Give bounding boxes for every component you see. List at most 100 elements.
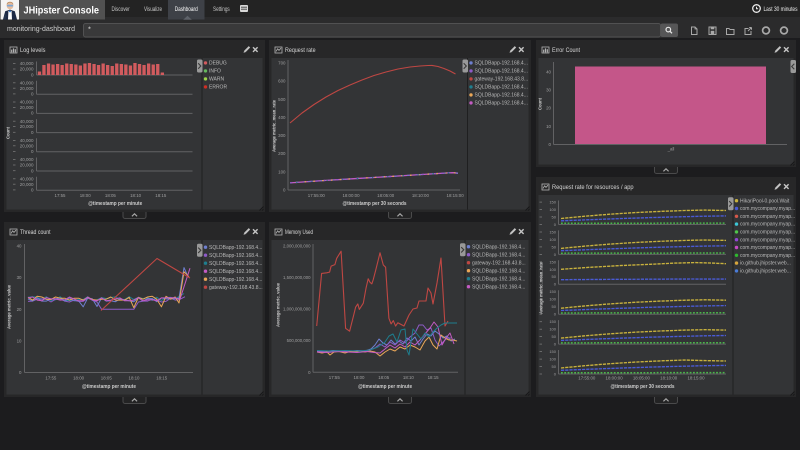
svg-text:com.mycompany.myap...: com.mycompany.myap... [740, 214, 795, 220]
svg-text:com.mycompany.myap...: com.mycompany.myap... [740, 206, 795, 212]
svg-text:10: 10 [546, 124, 551, 129]
svg-text:SQLDBapp-192.168.4...: SQLDBapp-192.168.4... [475, 101, 528, 107]
svg-text:Average metric_value: Average metric_value [7, 284, 12, 329]
svg-text:*: * [88, 25, 91, 34]
svg-text:18:05:00: 18:05:00 [633, 376, 651, 381]
svg-text:17:55: 17:55 [55, 193, 67, 198]
svg-text:DEBUG: DEBUG [209, 61, 227, 67]
svg-text:SQLDBapp-192.168.4...: SQLDBapp-192.168.4... [209, 269, 262, 275]
svg-text:30: 30 [546, 88, 551, 93]
svg-text:20,000: 20,000 [20, 143, 34, 148]
svg-text:gateway-192.168.43.8...: gateway-192.168.43.8... [472, 260, 526, 266]
svg-text:50: 50 [552, 244, 557, 249]
svg-text:40,000: 40,000 [20, 119, 34, 124]
svg-text:17:55:00: 17:55:00 [578, 376, 596, 381]
svg-text:500: 500 [278, 97, 286, 102]
svg-text:18:10:00: 18:10:00 [412, 193, 430, 198]
svg-text:Visualize: Visualize [144, 6, 162, 13]
svg-text:SQLDBapp-192.168.4...: SQLDBapp-192.168.4... [472, 268, 525, 274]
svg-text:18:05: 18:05 [101, 376, 113, 381]
svg-text:40,000: 40,000 [20, 100, 34, 105]
svg-text:100: 100 [549, 237, 556, 242]
svg-text:Count: Count [538, 98, 543, 110]
svg-text:50: 50 [552, 214, 557, 219]
svg-text:SQLDBapp-192.168.4...: SQLDBapp-192.168.4... [475, 93, 528, 99]
svg-text:@timestamp per minute: @timestamp per minute [82, 384, 136, 390]
svg-text:gateway-192.168.43.8...: gateway-192.168.43.8... [209, 285, 263, 291]
svg-text:SQLDBapp-192.168.4...: SQLDBapp-192.168.4... [475, 69, 528, 75]
svg-text:monitoring-dashboard: monitoring-dashboard [7, 24, 75, 33]
svg-text:18:05: 18:05 [105, 193, 117, 198]
svg-text:300: 300 [278, 133, 286, 138]
svg-text:20,000: 20,000 [20, 124, 34, 129]
svg-text:150: 150 [549, 229, 556, 234]
svg-text:40,000: 40,000 [20, 176, 34, 181]
svg-text:150: 150 [549, 349, 556, 354]
svg-text:50: 50 [552, 364, 557, 369]
svg-text:20,000: 20,000 [20, 86, 34, 91]
svg-text:18:10: 18:10 [130, 193, 142, 198]
svg-text:Error Count: Error Count [552, 47, 580, 54]
svg-text:150: 150 [549, 200, 556, 205]
svg-text:18:15: 18:15 [156, 376, 168, 381]
svg-text:150: 150 [549, 319, 556, 324]
svg-text:30: 30 [17, 275, 22, 280]
svg-text:com.mycompany.myap...: com.mycompany.myap... [740, 237, 795, 243]
svg-text:Thread count: Thread count [20, 229, 51, 236]
svg-text:20: 20 [17, 307, 22, 312]
svg-text:SQLDBapp-192.168.4...: SQLDBapp-192.168.4... [475, 85, 528, 91]
svg-text:17:55: 17:55 [45, 376, 57, 381]
svg-text:com.mycompany.myap...: com.mycompany.myap... [740, 222, 795, 228]
svg-text:_all: _all [667, 147, 675, 152]
svg-text:600: 600 [278, 79, 286, 84]
svg-text:100: 100 [549, 357, 556, 362]
svg-text:100: 100 [549, 207, 556, 212]
svg-text:SQLDBapp-192.168.4...: SQLDBapp-192.168.4... [472, 276, 525, 282]
svg-text:18:15: 18:15 [428, 375, 440, 380]
svg-text:18:05: 18:05 [378, 375, 390, 380]
svg-text:INFO: INFO [209, 69, 221, 75]
svg-text:100: 100 [549, 267, 556, 272]
svg-text:18:00:00: 18:00:00 [606, 376, 624, 381]
svg-text:150: 150 [549, 289, 556, 294]
svg-text:40,000: 40,000 [20, 80, 34, 85]
svg-text:50: 50 [552, 334, 557, 339]
svg-text:20,000: 20,000 [20, 163, 34, 168]
svg-text:Discover: Discover [112, 6, 130, 13]
svg-text:@timestamp per 30 seconds: @timestamp per 30 seconds [343, 201, 407, 207]
svg-text:18:00:00: 18:00:00 [342, 193, 360, 198]
svg-text:200: 200 [278, 151, 286, 156]
svg-text:20,000: 20,000 [20, 67, 34, 72]
svg-text:18:15:00: 18:15:00 [687, 376, 705, 381]
svg-text:700: 700 [278, 61, 286, 66]
svg-text:HikariPool-0.pool.Wait: HikariPool-0.pool.Wait [740, 198, 790, 204]
svg-text:20,000: 20,000 [20, 105, 34, 110]
svg-text:100: 100 [549, 327, 556, 332]
svg-text:40: 40 [17, 244, 22, 249]
svg-text:Dashboard: Dashboard [175, 6, 198, 13]
svg-text:WARN: WARN [209, 77, 224, 83]
svg-text:100: 100 [549, 297, 556, 302]
svg-text:com.mycompany.myap...: com.mycompany.myap... [740, 245, 795, 251]
svg-text:150: 150 [549, 259, 556, 264]
svg-text:Count: Count [6, 127, 11, 139]
svg-text:@timestamp per 30 seconds: @timestamp per 30 seconds [611, 384, 675, 390]
svg-text:JHipster Console: JHipster Console [24, 5, 100, 16]
svg-text:@timestamp per minute: @timestamp per minute [358, 384, 412, 390]
svg-text:40,000: 40,000 [20, 138, 34, 143]
svg-text:20: 20 [546, 106, 551, 111]
svg-text:Average metric_mean_rate: Average metric_mean_rate [539, 261, 544, 314]
svg-text:com.mycompany.myap...: com.mycompany.myap... [740, 253, 795, 259]
svg-text:18:10: 18:10 [129, 376, 141, 381]
svg-text:1,500,000,000: 1,500,000,000 [283, 275, 311, 280]
svg-text:500,000,000: 500,000,000 [287, 338, 312, 343]
svg-text:Last 30 minutes: Last 30 minutes [764, 7, 798, 13]
svg-text:Settings: Settings [213, 6, 230, 13]
svg-text:Average metric_value: Average metric_value [276, 282, 281, 327]
svg-text:SQLDBapp-192.168.4...: SQLDBapp-192.168.4... [472, 244, 525, 250]
svg-text:Average metric_mean_rate: Average metric_mean_rate [272, 99, 277, 152]
svg-text:18:15: 18:15 [155, 193, 167, 198]
svg-text:SQLDBapp-192.168.4...: SQLDBapp-192.168.4... [209, 253, 262, 259]
svg-text:SQLDBapp-192.168.4...: SQLDBapp-192.168.4... [209, 245, 262, 251]
svg-text:ERROR: ERROR [209, 85, 227, 91]
